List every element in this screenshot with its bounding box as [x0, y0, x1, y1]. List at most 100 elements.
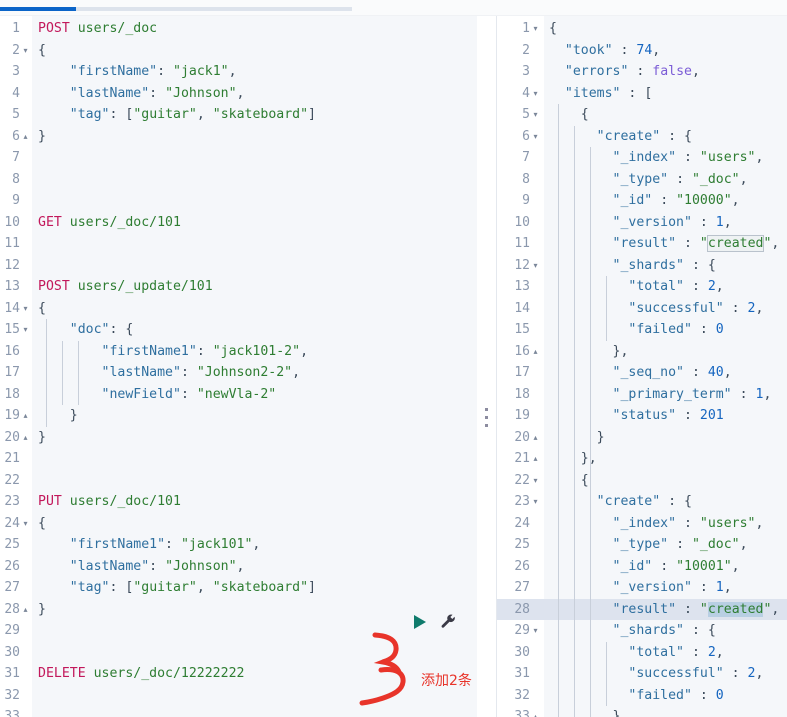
editor-line[interactable]: 13 POST users/_update/101 [0, 276, 477, 298]
line-number: 13 [4, 279, 20, 294]
editor-line[interactable]: 22 [0, 470, 477, 492]
editor-line[interactable]: 26 "lastName": "Johnson", [0, 556, 477, 578]
editor-line[interactable]: 15 ▾ "doc": { [0, 319, 477, 341]
fold-expand-icon[interactable]: ▴ [20, 126, 31, 148]
editor-line[interactable]: 16 ▴ }, [497, 341, 787, 363]
fold-collapse-icon[interactable]: ▾ [530, 470, 541, 492]
editor-line[interactable]: 31 DELETE users/_doc/12222222 [0, 663, 477, 685]
fold-expand-icon[interactable]: ▴ [530, 448, 541, 470]
fold-collapse-icon[interactable]: ▾ [530, 104, 541, 126]
line-text: POST users/_update/101 [38, 279, 213, 294]
editor-line[interactable]: 27 "_version" : 1, [497, 577, 787, 599]
editor-line[interactable]: 2 ▾ { [0, 40, 477, 62]
editor-line[interactable]: 3 "firstName": "jack1", [0, 61, 477, 83]
editor-line[interactable]: 6 ▴} [0, 126, 477, 148]
editor-line[interactable]: 10 GET users/_doc/101 [0, 212, 477, 234]
editor-line[interactable]: 29 ▾ "_shards" : { [497, 620, 787, 642]
fold-collapse-icon[interactable]: ▾ [530, 126, 541, 148]
line-number: 5 [522, 107, 530, 122]
editor-line[interactable]: 20 ▴ } [497, 427, 787, 449]
editor-line[interactable]: 1 POST users/_doc [0, 18, 477, 40]
editor-line[interactable]: 13 "total" : 2, [497, 276, 787, 298]
editor-line[interactable]: 6 ▾ "create" : { [497, 126, 787, 148]
editor-line[interactable]: 26 "_id" : "10001", [497, 556, 787, 578]
fold-collapse-icon[interactable]: ▾ [20, 298, 31, 320]
editor-line[interactable]: 21 ▴ }, [497, 448, 787, 470]
editor-line[interactable]: 14 "successful" : 2, [497, 298, 787, 320]
editor-line[interactable]: 3 "errors" : false, [497, 61, 787, 83]
fold-collapse-icon[interactable]: ▾ [530, 620, 541, 642]
pane-splitter[interactable] [477, 16, 497, 717]
request-editor-pane[interactable]: 1 POST users/_doc 2 ▾{3 "firstName": "jack1… [0, 16, 477, 717]
editor-line[interactable]: 33 [0, 706, 477, 717]
editor-line[interactable]: 21 [0, 448, 477, 470]
fold-expand-icon[interactable]: ▴ [20, 427, 31, 449]
editor-line[interactable]: 18 "_primary_term" : 1, [497, 384, 787, 406]
fold-collapse-icon[interactable]: ▾ [530, 491, 541, 513]
editor-line[interactable]: 1 ▾ { [497, 18, 787, 40]
editor-line[interactable]: 30 "total" : 2, [497, 642, 787, 664]
indent-guide [606, 276, 607, 341]
editor-line[interactable]: 4 "lastName": "Johnson", [0, 83, 477, 105]
editor-line[interactable]: 11 "result" : "created", [497, 233, 787, 255]
fold-collapse-icon[interactable]: ▾ [20, 513, 31, 535]
editor-line[interactable]: 17 "lastName": "Johnson2-2", [0, 362, 477, 384]
editor-line[interactable]: 28 ▴} [0, 599, 477, 621]
editor-line[interactable]: 7 [0, 147, 477, 169]
line-number: 22 [514, 472, 530, 488]
editor-line[interactable]: 20 ▴} [0, 427, 477, 449]
editor-line[interactable]: 25 "firstName1": "jack101", [0, 534, 477, 556]
editor-line[interactable]: 16 "firstName1": "jack101-2", [0, 341, 477, 363]
splitter-grip-icon[interactable] [485, 408, 489, 432]
editor-line[interactable]: 12 ▾ "_shards" : { [497, 255, 787, 277]
editor-line[interactable]: 27 "tag": ["guitar", "skateboard"] [0, 577, 477, 599]
wrench-icon[interactable] [440, 613, 457, 630]
editor-line[interactable]: 9 [0, 190, 477, 212]
editor-line[interactable]: 23 PUT users/_doc/101 [0, 491, 477, 513]
editor-line[interactable]: 18 "newField": "newVla-2" [0, 384, 477, 406]
editor-line[interactable]: 23 ▾ "create" : { [497, 491, 787, 513]
fold-collapse-icon[interactable]: ▾ [20, 40, 31, 62]
request-actions[interactable] [414, 613, 457, 630]
fold-collapse-icon[interactable]: ▾ [20, 319, 31, 341]
editor-line[interactable]: 17 "_seq_no" : 40, [497, 362, 787, 384]
editor-line[interactable]: 29 [0, 620, 477, 642]
editor-line[interactable]: 30 [0, 642, 477, 664]
editor-line[interactable]: 24 "_index" : "users", [497, 513, 787, 535]
editor-line[interactable]: 24 ▾ { [0, 513, 477, 535]
editor-line[interactable]: 19 ▴ } [0, 405, 477, 427]
play-icon[interactable] [414, 614, 426, 629]
editor-line[interactable]: 32 "failed" : 0 [497, 685, 787, 707]
fold-collapse-icon[interactable]: ▾ [530, 255, 541, 277]
fold-expand-icon[interactable]: ▴ [20, 405, 31, 427]
editor-line[interactable]: 32 [0, 685, 477, 707]
editor-line[interactable]: 11 [0, 233, 477, 255]
editor-line[interactable]: 10 "_version" : 1, [497, 212, 787, 234]
editor-line[interactable]: 22 ▾ { [497, 470, 787, 492]
line-text: "took" : 74, [564, 42, 661, 58]
editor-line[interactable]: 8 "_type" : "_doc", [497, 169, 787, 191]
fold-collapse-icon[interactable]: ▾ [530, 83, 541, 105]
editor-line[interactable]: 31 "successful" : 2, [497, 663, 787, 685]
fold-expand-icon[interactable]: ▴ [530, 706, 541, 717]
editor-line[interactable]: 28 "result" : "created", [497, 598, 787, 620]
fold-expand-icon[interactable]: ▴ [530, 341, 541, 363]
line-number: 29 [514, 623, 530, 638]
editor-line[interactable]: 25 "_type" : "_doc", [497, 534, 787, 556]
fold-collapse-icon[interactable]: ▾ [530, 18, 541, 40]
editor-line[interactable]: 15 "failed" : 0 [497, 319, 787, 341]
editor-line[interactable]: 19 "status" : 201 [497, 405, 787, 427]
response-editor-pane[interactable]: 1 ▾{2 "took" : 74, 3 "errors" : false, 4 ▾ "… [497, 16, 787, 717]
editor-line[interactable]: 4 ▾ "items" : [ [497, 83, 787, 105]
fold-expand-icon[interactable]: ▴ [530, 427, 541, 449]
editor-line[interactable]: 7 "_index" : "users", [497, 147, 787, 169]
editor-line[interactable]: 5 "tag": ["guitar", "skateboard"] [0, 104, 477, 126]
fold-expand-icon[interactable]: ▴ [20, 599, 31, 621]
editor-line[interactable]: 9 "_id" : "10000", [497, 190, 787, 212]
editor-line[interactable]: 8 [0, 169, 477, 191]
editor-line[interactable]: 33 ▴ }, [497, 706, 787, 717]
editor-line[interactable]: 2 "took" : 74, [497, 40, 787, 62]
editor-line[interactable]: 12 [0, 255, 477, 277]
editor-line[interactable]: 14 ▾ { [0, 298, 477, 320]
editor-line[interactable]: 5 ▾ { [497, 104, 787, 126]
